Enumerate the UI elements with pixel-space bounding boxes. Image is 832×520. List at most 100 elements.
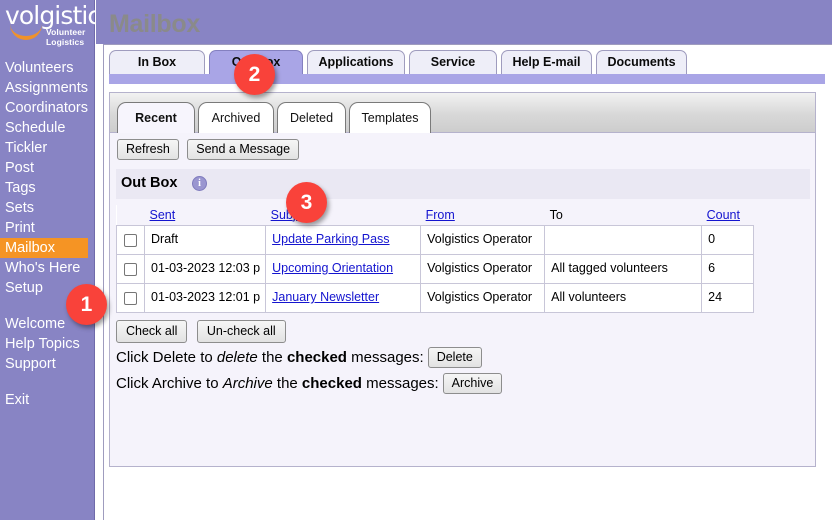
cell-from: Volgistics Operator (420, 253, 546, 284)
sidebar-gap-2 (0, 374, 95, 390)
message-subject-link[interactable]: January Newsletter (272, 290, 379, 304)
row-checkbox[interactable] (124, 233, 137, 247)
messages-table-body: Draft Update Parking Pass Volgistics Ope… (116, 224, 755, 313)
outbox-section-title: Out Box (121, 175, 178, 191)
callout-badge-3: 3 (286, 182, 327, 223)
archive-instruction-italic: Archive (222, 375, 273, 392)
sidebar-item-whos-here[interactable]: Who's Here (0, 258, 95, 278)
delete-instruction-suffix: messages: (346, 349, 424, 366)
main-tab-bar: In Box Out Box Applications Service Help… (109, 50, 825, 74)
message-subject-link[interactable]: Upcoming Orientation (272, 261, 393, 275)
row-select-cell (116, 282, 145, 313)
column-header-sent: Sent (144, 205, 266, 225)
sidebar-item-tickler[interactable]: Tickler (0, 138, 95, 158)
delete-instruction-row: Click Delete to delete the checked messa… (116, 347, 482, 369)
sidebar-item-sets[interactable]: Sets (0, 198, 95, 218)
bulk-selection-buttons: Check all Un-check all (116, 320, 291, 343)
page-title: Mailbox (109, 10, 200, 38)
sidebar-nav: Volunteers Assignments Coordinators Sche… (0, 58, 95, 410)
callout-badge-1: 1 (66, 284, 107, 325)
callout-badge-2: 2 (234, 54, 275, 95)
main-tab-service[interactable]: Service (409, 50, 497, 74)
sidebar-item-schedule[interactable]: Schedule (0, 118, 95, 138)
table-row: 01-03-2023 12:03 p Upcoming Orientation … (116, 253, 755, 284)
select-column-header (116, 205, 145, 225)
sidebar-item-volunteers[interactable]: Volunteers (0, 58, 95, 78)
info-icon[interactable]: i (192, 176, 207, 191)
row-select-cell (116, 253, 145, 284)
delete-instruction-middle: the (257, 349, 287, 366)
un-check-all-button[interactable]: Un-check all (196, 320, 286, 343)
sort-link-from[interactable]: From (426, 208, 455, 222)
sidebar: volgistics ™ Volunteer Logistics Volunte… (0, 0, 125, 520)
top-banner (96, 0, 832, 44)
outbox-section-header: Out Box i (116, 169, 810, 199)
archive-instruction-prefix: Click Archive to (116, 375, 223, 392)
main-tab-help-email[interactable]: Help E-mail (501, 50, 592, 74)
row-checkbox[interactable] (124, 291, 137, 305)
messages-table: Sent Subject From To Count Draft Update … (116, 205, 755, 313)
app-window: volgistics ™ Volunteer Logistics Volunte… (0, 0, 832, 520)
refresh-button[interactable]: Refresh (117, 139, 179, 160)
send-a-message-button[interactable]: Send a Message (187, 139, 300, 160)
logo-tagline: Volunteer Logistics (46, 27, 86, 47)
sidebar-item-post[interactable]: Post (0, 158, 95, 178)
column-header-to: To (544, 205, 702, 225)
cell-to (544, 224, 703, 255)
sidebar-item-help-topics[interactable]: Help Topics (0, 334, 95, 354)
sub-tab-bar: Recent Archived Deleted Templates (110, 93, 815, 133)
logo-smile-swoosh-icon (10, 23, 42, 40)
sidebar-item-assignments[interactable]: Assignments (0, 78, 95, 98)
cell-count: 0 (701, 224, 755, 255)
mailbox-panel: Recent Archived Deleted Templates Refres… (109, 92, 816, 467)
archive-button[interactable]: Archive (442, 373, 503, 394)
sidebar-item-tags[interactable]: Tags (0, 178, 95, 198)
delete-instruction-prefix: Click Delete to (116, 349, 217, 366)
cell-count: 24 (701, 282, 755, 313)
archive-instruction-bold: checked (301, 375, 362, 392)
messages-table-head: Sent Subject From To Count (116, 205, 754, 225)
volgistics-logo[interactable]: volgistics ™ Volunteer Logistics (0, 0, 125, 47)
sort-link-sent[interactable]: Sent (150, 208, 176, 222)
cell-from: Volgistics Operator (420, 224, 546, 255)
sidebar-item-coordinators[interactable]: Coordinators (0, 98, 95, 118)
archive-instruction-middle: the (272, 375, 302, 392)
column-header-from: From (420, 205, 545, 225)
cell-subject: Upcoming Orientation (265, 253, 422, 284)
message-subject-link[interactable]: Update Parking Pass (272, 232, 389, 246)
row-checkbox[interactable] (124, 262, 137, 276)
sidebar-item-mailbox[interactable]: Mailbox (0, 238, 88, 258)
sub-tab-deleted[interactable]: Deleted (277, 102, 346, 133)
main-tab-documents[interactable]: Documents (596, 50, 687, 74)
table-header-row: Sent Subject From To Count (116, 205, 754, 225)
delete-button[interactable]: Delete (427, 347, 482, 368)
cell-subject: January Newsletter (265, 282, 422, 313)
sub-tab-templates[interactable]: Templates (349, 102, 431, 133)
sidebar-item-support[interactable]: Support (0, 354, 95, 374)
archive-instruction-suffix: messages: (361, 375, 439, 392)
delete-instruction-italic: delete (216, 349, 258, 366)
sub-tab-archived[interactable]: Archived (198, 102, 274, 133)
cell-sent: 01-03-2023 12:01 p (143, 282, 267, 313)
sidebar-item-exit[interactable]: Exit (0, 390, 95, 410)
sidebar-item-print[interactable]: Print (0, 218, 95, 238)
table-row: 01-03-2023 12:01 p January Newsletter Vo… (116, 282, 755, 313)
sort-link-count[interactable]: Count (707, 208, 740, 222)
row-select-cell (116, 224, 145, 255)
delete-instruction-bold: checked (286, 349, 347, 366)
cell-from: Volgistics Operator (420, 282, 546, 313)
cell-to: All volunteers (544, 282, 703, 313)
panel-toolbar: Refresh Send a Message (117, 139, 303, 160)
cell-to: All tagged volunteers (544, 253, 703, 284)
check-all-button[interactable]: Check all (116, 320, 188, 343)
table-row: Draft Update Parking Pass Volgistics Ope… (116, 224, 755, 255)
cell-subject: Update Parking Pass (265, 224, 422, 255)
sub-tab-recent[interactable]: Recent (117, 102, 195, 133)
archive-instruction-row: Click Archive to Archive the checked mes… (116, 373, 503, 395)
main-tab-in-box[interactable]: In Box (109, 50, 205, 74)
main-tab-applications[interactable]: Applications (307, 50, 405, 74)
cell-sent: Draft (143, 224, 267, 255)
main-area: Mailbox In Box Out Box Applications Serv… (96, 0, 832, 520)
column-header-count: Count (701, 205, 754, 225)
cell-sent: 01-03-2023 12:03 p (143, 253, 267, 284)
